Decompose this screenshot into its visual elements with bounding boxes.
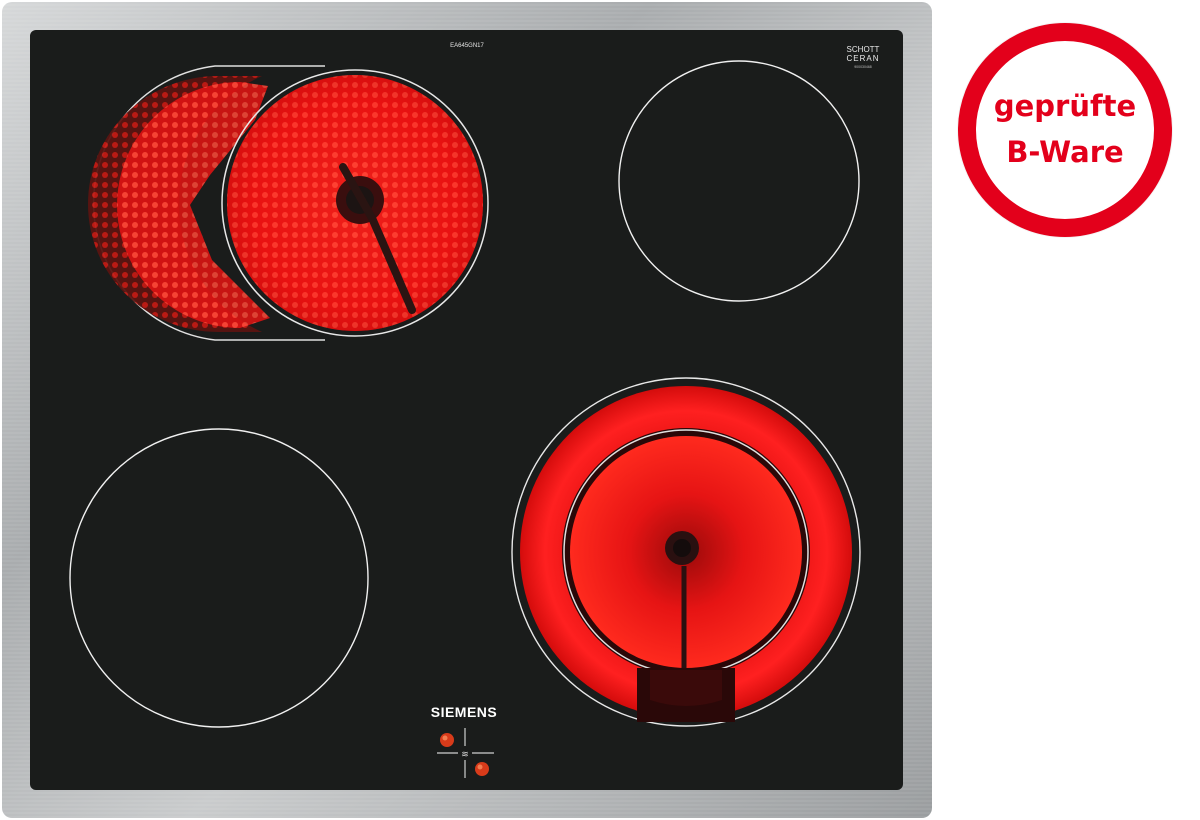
model-code: EA645GN17 [450,43,484,49]
heat-waves-icon: ≋ [461,750,469,760]
svg-text:SCHOTT: SCHOTT [847,45,880,54]
badge-ring-icon [957,22,1173,238]
siemens-logo: SIEMENS [431,704,498,720]
svg-text:CERAN: CERAN [846,54,879,63]
badge-line-1: geprüfte [993,89,1137,123]
indicator-light-top-left [440,733,454,747]
indicator-light-bottom-right [475,762,489,776]
badge-line-2: B-Ware [1006,135,1124,169]
svg-text:900030468: 900030468 [854,65,872,69]
b-ware-badge: geprüfte B-Ware [950,20,1180,240]
rear-left-cooking-zone [88,65,489,341]
